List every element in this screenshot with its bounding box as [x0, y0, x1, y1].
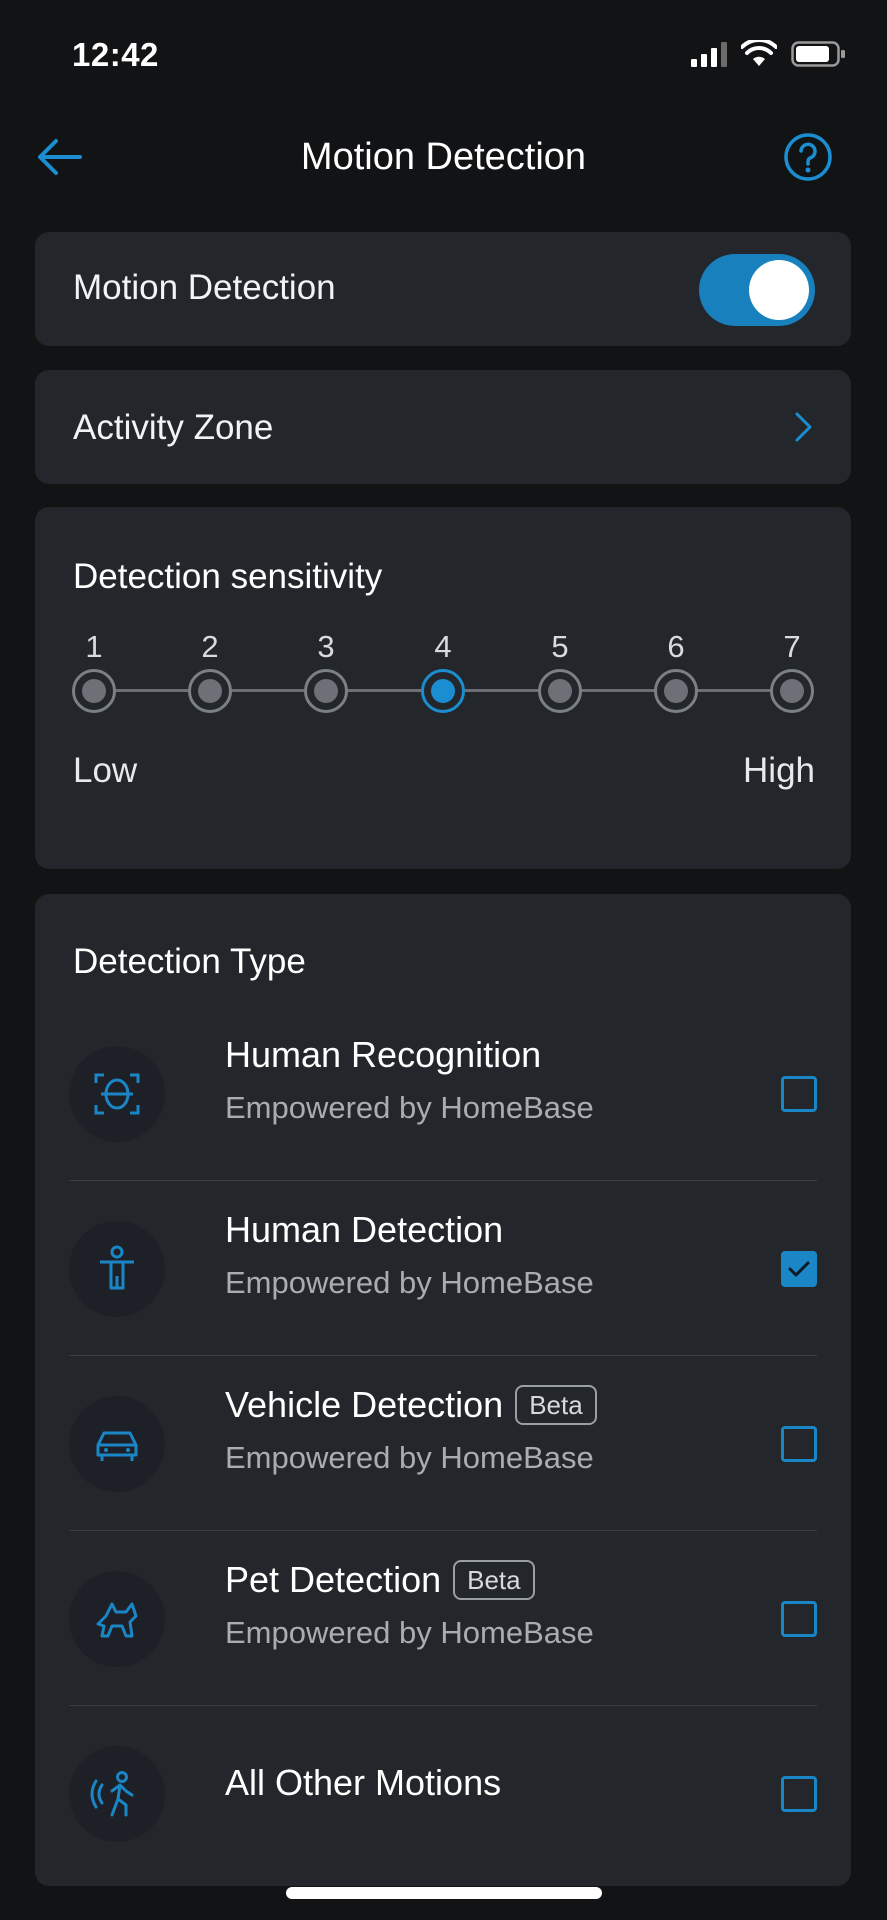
activity-zone-row[interactable]: Activity Zone: [35, 370, 851, 484]
detection-name-text: Pet Detection: [225, 1559, 442, 1600]
pet-detection-checkbox[interactable]: [781, 1601, 817, 1637]
home-indicator: [286, 1887, 602, 1899]
detection-name: Pet Detection Beta: [225, 1559, 535, 1601]
car-icon: [69, 1396, 165, 1492]
motion-person-icon: [69, 1746, 165, 1842]
chevron-right-icon: [795, 412, 812, 442]
checkmark-icon: [788, 1261, 810, 1277]
detection-name-text: Human Recognition: [225, 1034, 542, 1075]
slider-step-1[interactable]: 1: [71, 625, 117, 713]
sensitivity-low-label: Low: [73, 751, 138, 790]
nav-bar: Motion Detection: [0, 118, 887, 198]
face-scan-icon: [69, 1046, 165, 1142]
detection-subtitle: Empowered by HomeBase: [225, 1615, 594, 1650]
slider-step-dot[interactable]: [304, 669, 348, 713]
status-icons: [691, 40, 847, 68]
detection-row-human-detection[interactable]: Human Detection Empowered by HomeBase: [69, 1181, 817, 1356]
wifi-icon: [741, 40, 777, 66]
slider-step-label: 5: [551, 629, 569, 664]
slider-step-3[interactable]: 3: [303, 625, 349, 713]
slider-step-4[interactable]: 4: [420, 625, 466, 713]
detection-subtitle: Empowered by HomeBase: [225, 1090, 594, 1125]
detection-name: Human Detection: [225, 1209, 503, 1251]
detection-row-vehicle-detection[interactable]: Vehicle Detection Beta Empowered by Home…: [69, 1356, 817, 1531]
beta-badge: Beta: [515, 1385, 597, 1425]
slider-step-label: 6: [667, 629, 685, 664]
detection-name-text: All Other Motions: [225, 1762, 502, 1803]
sensitivity-card: Detection sensitivity 1 2 3 4 5 6 7 Low …: [35, 507, 851, 869]
slider-step-label: 4: [434, 629, 452, 664]
page-title: Motion Detection: [300, 136, 587, 178]
person-icon: [69, 1221, 165, 1317]
help-icon: [784, 133, 832, 181]
motion-detection-toggle[interactable]: [699, 254, 815, 326]
slider-step-label: 7: [783, 629, 801, 664]
activity-zone-label: Activity Zone: [73, 408, 274, 447]
slider-step-dot[interactable]: [654, 669, 698, 713]
human-recognition-checkbox[interactable]: [781, 1076, 817, 1112]
slider-step-label: 2: [201, 629, 219, 664]
motion-detection-card: Motion Detection: [35, 232, 851, 346]
detection-name: Vehicle Detection Beta: [225, 1384, 597, 1426]
detection-row-pet-detection[interactable]: Pet Detection Beta Empowered by HomeBase: [69, 1531, 817, 1706]
sensitivity-title: Detection sensitivity: [73, 557, 383, 596]
detection-name-text: Vehicle Detection: [225, 1384, 504, 1425]
slider-step-7[interactable]: 7: [769, 625, 815, 713]
detection-subtitle: Empowered by HomeBase: [225, 1440, 594, 1475]
detection-type-card: Detection Type Human Recognition Empower…: [35, 894, 851, 1886]
status-time: 12:42: [72, 36, 159, 73]
detection-name-text: Human Detection: [225, 1209, 504, 1250]
slider-step-5[interactable]: 5: [537, 625, 583, 713]
slider-step-dot-selected[interactable]: [421, 669, 465, 713]
motion-detection-label: Motion Detection: [73, 268, 336, 307]
beta-badge: Beta: [453, 1560, 535, 1600]
status-bar: 12:42: [0, 0, 887, 110]
slider-step-2[interactable]: 2: [187, 625, 233, 713]
slider-step-6[interactable]: 6: [653, 625, 699, 713]
detection-subtitle: Empowered by HomeBase: [225, 1265, 594, 1300]
slider-step-label: 3: [317, 629, 335, 664]
all-other-motions-checkbox[interactable]: [781, 1776, 817, 1812]
cellular-signal-icon: [691, 41, 727, 67]
sensitivity-high-label: High: [743, 751, 815, 790]
toggle-knob: [749, 260, 809, 320]
vehicle-detection-checkbox[interactable]: [781, 1426, 817, 1462]
slider-step-dot[interactable]: [770, 669, 814, 713]
detection-type-title: Detection Type: [73, 942, 306, 981]
slider-step-dot[interactable]: [72, 669, 116, 713]
detection-row-all-other-motions[interactable]: All Other Motions: [69, 1706, 817, 1881]
detection-name: Human Recognition: [225, 1034, 541, 1076]
slider-step-dot[interactable]: [188, 669, 232, 713]
human-detection-checkbox[interactable]: [781, 1251, 817, 1287]
detection-name: All Other Motions: [225, 1762, 501, 1804]
detection-row-human-recognition[interactable]: Human Recognition Empowered by HomeBase: [69, 1006, 817, 1181]
sensitivity-slider[interactable]: 1 2 3 4 5 6 7: [71, 625, 815, 725]
slider-step-label: 1: [85, 629, 103, 664]
pet-icon: [69, 1571, 165, 1667]
battery-icon: [791, 41, 845, 67]
help-button[interactable]: [783, 132, 833, 182]
slider-step-dot[interactable]: [538, 669, 582, 713]
